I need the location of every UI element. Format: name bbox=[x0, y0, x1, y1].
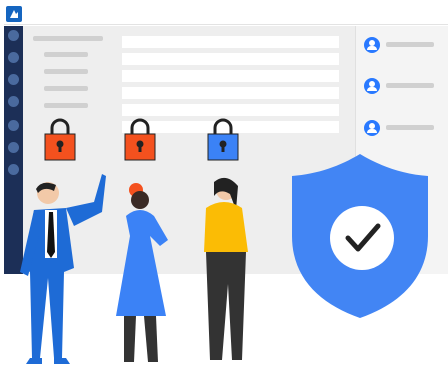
list-row[interactable] bbox=[122, 53, 339, 65]
man-figure bbox=[20, 174, 106, 364]
padlock-icon bbox=[124, 118, 156, 161]
sidebar-heading bbox=[33, 36, 103, 41]
user-name bbox=[386, 42, 434, 47]
shield-check-icon bbox=[292, 154, 428, 318]
sidebar-item[interactable] bbox=[44, 86, 88, 91]
woman-figure bbox=[116, 183, 168, 362]
user-name bbox=[386, 83, 434, 88]
user-icon[interactable] bbox=[364, 120, 380, 136]
padlock-icon bbox=[207, 118, 239, 161]
person-figure bbox=[204, 177, 248, 360]
rail-item-icon[interactable] bbox=[8, 120, 19, 131]
list-row[interactable] bbox=[122, 70, 339, 82]
user-name bbox=[386, 125, 434, 130]
rail-item-icon[interactable] bbox=[8, 96, 19, 107]
sidebar-item[interactable] bbox=[44, 103, 88, 108]
rail-item-icon[interactable] bbox=[8, 52, 19, 63]
list-row[interactable] bbox=[122, 87, 339, 99]
user-icon[interactable] bbox=[364, 37, 380, 53]
title-bar bbox=[4, 4, 448, 25]
brand-logo-icon bbox=[6, 6, 22, 22]
list-row[interactable] bbox=[122, 104, 339, 116]
list-row[interactable] bbox=[122, 36, 339, 48]
sidebar-item[interactable] bbox=[44, 52, 88, 57]
user-icon[interactable] bbox=[364, 78, 380, 94]
sidebar-item[interactable] bbox=[44, 69, 88, 74]
rail-item-icon[interactable] bbox=[8, 74, 19, 85]
rail-item-icon[interactable] bbox=[8, 30, 19, 41]
rail-item-icon[interactable] bbox=[8, 142, 19, 153]
padlock-icon bbox=[44, 118, 76, 161]
